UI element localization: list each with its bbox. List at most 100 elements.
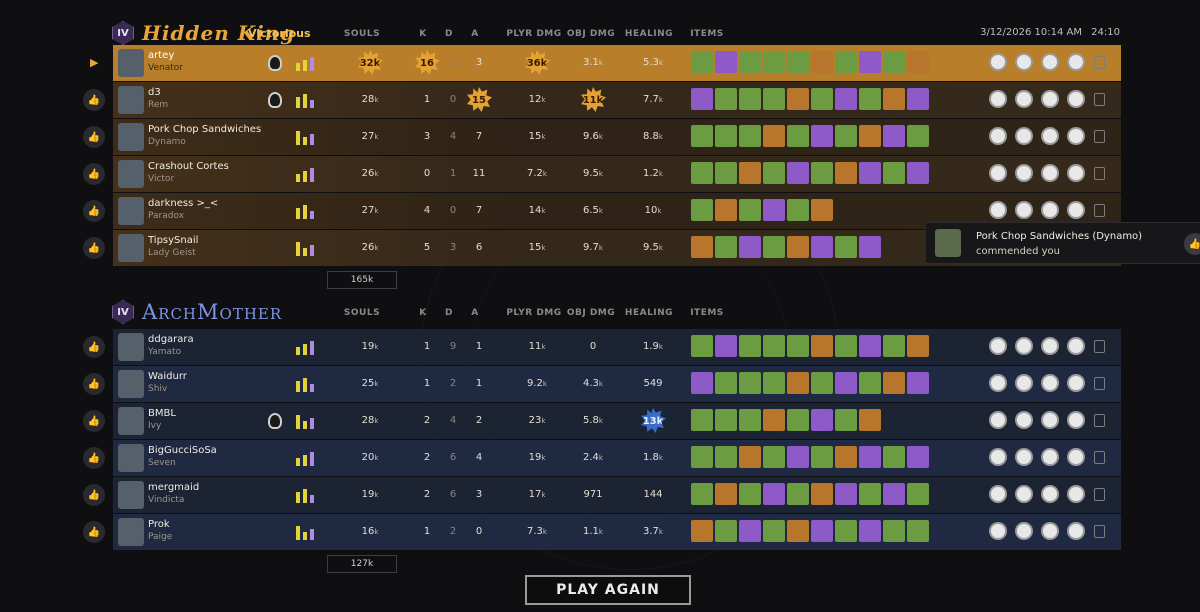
commend-button[interactable]: 👍 [83, 521, 105, 543]
item-icon[interactable] [883, 483, 905, 505]
item-icon[interactable] [715, 520, 737, 542]
item-icon[interactable] [907, 372, 929, 394]
copy-icon[interactable] [1094, 377, 1105, 390]
item-icon[interactable] [763, 199, 785, 221]
item-icon[interactable] [763, 51, 785, 73]
item-icon[interactable] [715, 483, 737, 505]
item-icon[interactable] [739, 51, 761, 73]
ability-icon[interactable] [1041, 53, 1059, 71]
ability-icon[interactable] [1041, 201, 1059, 219]
item-icon[interactable] [883, 125, 905, 147]
item-icon[interactable] [835, 162, 857, 184]
ability-icon[interactable] [1067, 164, 1085, 182]
item-icon[interactable] [691, 446, 713, 468]
item-icon[interactable] [763, 372, 785, 394]
ability-icon[interactable] [989, 448, 1007, 466]
player-name[interactable]: TipsySnail [148, 235, 198, 246]
item-icon[interactable] [907, 483, 929, 505]
player-row[interactable]: Pork Chop Sandwiches Dynamo 27k 3 4 7 15k 9.6k 8… [113, 119, 1121, 155]
item-icon[interactable] [811, 483, 833, 505]
ability-icon[interactable] [989, 201, 1007, 219]
item-icon[interactable] [883, 446, 905, 468]
ability-icon[interactable] [1041, 485, 1059, 503]
player-name[interactable]: Waidurr [148, 371, 187, 382]
play-again-button[interactable]: PLAY AGAIN [525, 575, 691, 605]
item-icon[interactable] [691, 520, 713, 542]
item-icon[interactable] [907, 335, 929, 357]
ability-icon[interactable] [1041, 90, 1059, 108]
item-icon[interactable] [787, 520, 809, 542]
item-icon[interactable] [715, 372, 737, 394]
item-icon[interactable] [859, 372, 881, 394]
ability-icon[interactable] [1041, 164, 1059, 182]
item-icon[interactable] [787, 125, 809, 147]
item-icon[interactable] [787, 199, 809, 221]
ability-icon[interactable] [1015, 201, 1033, 219]
item-icon[interactable] [715, 51, 737, 73]
copy-icon[interactable] [1094, 204, 1105, 217]
item-icon[interactable] [835, 372, 857, 394]
item-icon[interactable] [859, 446, 881, 468]
player-row[interactable]: BigGucciSoSa Seven 20k 2 6 4 19k 2.4k 1.8k [113, 440, 1121, 476]
player-name[interactable]: mergmaid [148, 482, 199, 493]
item-icon[interactable] [811, 372, 833, 394]
ability-icon[interactable] [989, 53, 1007, 71]
player-name[interactable]: darkness >_< [148, 198, 218, 209]
copy-icon[interactable] [1094, 451, 1105, 464]
item-icon[interactable] [787, 446, 809, 468]
item-icon[interactable] [811, 236, 833, 258]
item-icon[interactable] [859, 125, 881, 147]
player-row[interactable]: ddgarara Yamato 19k 1 9 1 11k 0 1.9k [113, 329, 1121, 365]
commend-button[interactable]: 👍 [83, 484, 105, 506]
ability-icon[interactable] [1015, 90, 1033, 108]
ability-icon[interactable] [1067, 485, 1085, 503]
item-icon[interactable] [835, 88, 857, 110]
player-name[interactable]: ddgarara [148, 334, 194, 345]
item-icon[interactable] [907, 51, 929, 73]
ability-icon[interactable] [1041, 374, 1059, 392]
item-icon[interactable] [691, 162, 713, 184]
player-row[interactable]: artey Venator 32k 16 1 3 36k 3.1k 5.3k [113, 45, 1121, 81]
item-icon[interactable] [811, 335, 833, 357]
player-name[interactable]: d3 [148, 87, 161, 98]
item-icon[interactable] [739, 335, 761, 357]
ability-icon[interactable] [1015, 53, 1033, 71]
item-icon[interactable] [715, 88, 737, 110]
item-icon[interactable] [835, 483, 857, 505]
item-icon[interactable] [715, 236, 737, 258]
item-icon[interactable] [907, 162, 929, 184]
player-name[interactable]: Pork Chop Sandwiches [148, 124, 261, 135]
item-icon[interactable] [859, 51, 881, 73]
item-icon[interactable] [907, 520, 929, 542]
ability-icon[interactable] [1067, 201, 1085, 219]
item-icon[interactable] [763, 335, 785, 357]
player-name[interactable]: Prok [148, 519, 170, 530]
player-name[interactable]: BigGucciSoSa [148, 445, 217, 456]
ability-icon[interactable] [1067, 90, 1085, 108]
commend-button[interactable]: 👍 [83, 447, 105, 469]
ability-icon[interactable] [1067, 411, 1085, 429]
ability-icon[interactable] [989, 164, 1007, 182]
commend-button[interactable]: 👍 [83, 163, 105, 185]
ability-icon[interactable] [989, 337, 1007, 355]
copy-icon[interactable] [1094, 525, 1105, 538]
item-icon[interactable] [859, 162, 881, 184]
item-icon[interactable] [691, 335, 713, 357]
item-icon[interactable] [883, 162, 905, 184]
item-icon[interactable] [739, 483, 761, 505]
item-icon[interactable] [739, 236, 761, 258]
item-icon[interactable] [811, 199, 833, 221]
ability-icon[interactable] [1015, 164, 1033, 182]
item-icon[interactable] [859, 520, 881, 542]
item-icon[interactable] [739, 409, 761, 431]
ability-icon[interactable] [989, 485, 1007, 503]
ability-icon[interactable] [1067, 374, 1085, 392]
item-icon[interactable] [883, 372, 905, 394]
item-icon[interactable] [691, 236, 713, 258]
item-icon[interactable] [739, 372, 761, 394]
item-icon[interactable] [763, 446, 785, 468]
item-icon[interactable] [835, 520, 857, 542]
ability-icon[interactable] [1015, 448, 1033, 466]
item-icon[interactable] [691, 51, 713, 73]
item-icon[interactable] [859, 409, 881, 431]
